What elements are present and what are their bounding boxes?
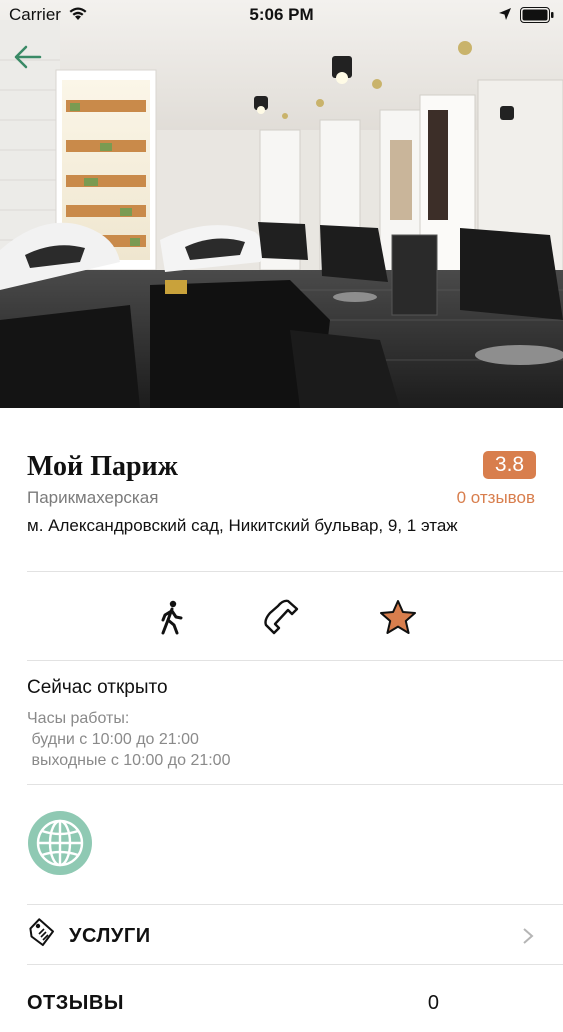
divider	[27, 660, 563, 661]
divider	[27, 571, 563, 572]
status-bar: Carrier 5:06 PM	[0, 0, 563, 30]
reviews-row-count: 0	[427, 992, 439, 1014]
services-label: УСЛУГИ	[69, 925, 151, 947]
globe-icon	[28, 811, 92, 875]
walking-person-icon	[161, 600, 183, 635]
salon-photo	[0, 0, 563, 408]
location-arrow-icon	[498, 6, 512, 26]
status-time: 5:06 PM	[249, 5, 314, 24]
hours-weekdays: будни с 10:00 до 21:00	[27, 731, 199, 748]
website-button[interactable]	[27, 810, 93, 876]
place-title: Мой Париж	[27, 451, 178, 482]
open-status: Сейчас открыто	[27, 677, 168, 698]
services-row[interactable]: УСЛУГИ	[0, 905, 563, 965]
reviews-count-link[interactable]: 0 отзывов	[457, 488, 535, 508]
rating-badge: 3.8	[483, 451, 536, 479]
star-icon	[380, 600, 416, 634]
place-category: Парикмахерская	[27, 488, 159, 507]
route-button[interactable]	[152, 598, 192, 638]
price-tag-icon	[27, 917, 57, 954]
divider	[27, 964, 563, 965]
call-button[interactable]	[261, 598, 301, 638]
reviews-label: ОТЗЫВЫ	[27, 992, 124, 1014]
phone-icon	[264, 599, 299, 635]
chevron-right-icon	[522, 927, 534, 950]
battery-icon	[520, 7, 554, 28]
reviews-row[interactable]: ОТЗЫВЫ 0	[0, 972, 563, 1032]
back-arrow-icon	[14, 45, 42, 69]
hours-label: Часы работы:	[27, 710, 130, 727]
back-button[interactable]	[10, 40, 44, 74]
divider	[27, 784, 563, 785]
hours-weekends: выходные с 10:00 до 21:00	[27, 752, 231, 769]
favorite-button[interactable]	[378, 598, 418, 638]
place-address: м. Александровский сад, Никитский бульва…	[27, 516, 458, 535]
